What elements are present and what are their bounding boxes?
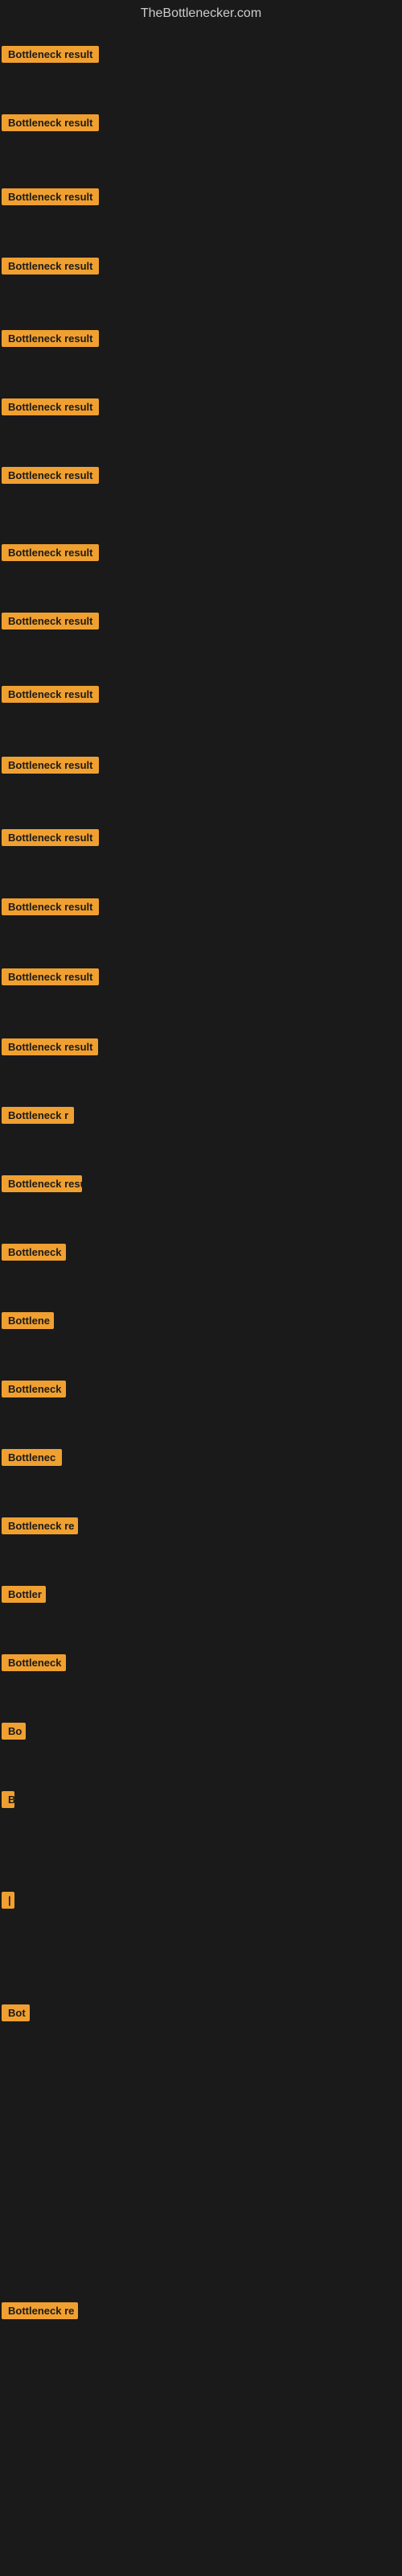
bottleneck-result-tag[interactable]: Bottleneck result <box>2 544 99 561</box>
bottleneck-result-tag[interactable]: Bo <box>2 1723 26 1740</box>
bottleneck-row: Bottleneck result <box>2 330 99 347</box>
bottleneck-result-tag[interactable]: Bottleneck result <box>2 898 99 915</box>
bottleneck-row: Bottlene <box>2 1312 54 1329</box>
site-title-text: TheBottlenecker.com <box>141 6 261 20</box>
bottleneck-row: Bottleneck result <box>2 1038 98 1055</box>
bottleneck-result-tag[interactable]: Bottleneck result <box>2 398 99 415</box>
bottleneck-result-tag[interactable]: Bot <box>2 2004 30 2021</box>
bottleneck-row: Bot <box>2 2004 30 2021</box>
bottleneck-row: Bottleneck result <box>2 46 99 63</box>
bottleneck-row: Bo <box>2 1723 26 1740</box>
bottleneck-result-tag[interactable]: Bottleneck r <box>2 1107 74 1124</box>
bottleneck-result-tag[interactable]: B <box>2 1791 14 1808</box>
bottleneck-row: Bottleneck result <box>2 757 99 774</box>
bottleneck-result-tag[interactable]: Bottleneck re <box>2 2302 78 2319</box>
bottleneck-row: Bottleneck r <box>2 1107 74 1124</box>
bottleneck-row: | <box>2 1892 14 1909</box>
bottleneck-result-tag[interactable]: Bottleneck re <box>2 1517 78 1534</box>
bottleneck-row: Bottleneck result <box>2 467 99 484</box>
bottleneck-row: Bottleneck <box>2 1244 66 1261</box>
bottleneck-row: Bottler <box>2 1586 46 1603</box>
bottleneck-row: B <box>2 1791 14 1808</box>
bottleneck-row: Bottleneck re <box>2 1517 78 1534</box>
bottleneck-row: Bottleneck resu <box>2 1175 82 1192</box>
bottleneck-result-tag[interactable]: Bottlenec <box>2 1449 62 1466</box>
bottleneck-result-tag[interactable]: Bottleneck result <box>2 968 99 985</box>
bottleneck-row: Bottleneck re <box>2 2302 78 2319</box>
bottleneck-result-tag[interactable]: Bottler <box>2 1586 46 1603</box>
bottleneck-result-tag[interactable]: | <box>2 1892 14 1909</box>
bottleneck-result-tag[interactable]: Bottleneck <box>2 1654 66 1671</box>
bottleneck-result-tag[interactable]: Bottleneck result <box>2 829 99 846</box>
bottleneck-result-tag[interactable]: Bottleneck result <box>2 46 99 63</box>
bottleneck-result-tag[interactable]: Bottleneck result <box>2 467 99 484</box>
bottleneck-row: Bottleneck result <box>2 398 99 415</box>
bottleneck-result-tag[interactable]: Bottleneck result <box>2 686 99 703</box>
site-title: TheBottlenecker.com <box>0 0 402 24</box>
bottleneck-row: Bottleneck result <box>2 188 99 205</box>
bottleneck-row: Bottleneck result <box>2 613 99 630</box>
bottleneck-result-tag[interactable]: Bottleneck result <box>2 188 99 205</box>
bottleneck-result-tag[interactable]: Bottleneck result <box>2 1038 98 1055</box>
bottleneck-result-tag[interactable]: Bottleneck result <box>2 330 99 347</box>
bottleneck-row: Bottleneck <box>2 1654 66 1671</box>
bottleneck-row: Bottleneck <box>2 1381 66 1397</box>
bottleneck-row: Bottleneck result <box>2 829 99 846</box>
bottleneck-result-tag[interactable]: Bottleneck resu <box>2 1175 82 1192</box>
bottleneck-result-tag[interactable]: Bottleneck <box>2 1381 66 1397</box>
bottleneck-row: Bottleneck result <box>2 544 99 561</box>
bottleneck-result-tag[interactable]: Bottleneck result <box>2 114 99 131</box>
bottleneck-row: Bottleneck result <box>2 114 99 131</box>
bottleneck-result-tag[interactable]: Bottleneck result <box>2 613 99 630</box>
bottleneck-row: Bottleneck result <box>2 258 99 275</box>
bottleneck-result-tag[interactable]: Bottleneck result <box>2 757 99 774</box>
bottleneck-row: Bottleneck result <box>2 686 99 703</box>
bottleneck-row: Bottleneck result <box>2 898 99 915</box>
bottleneck-result-tag[interactable]: Bottleneck <box>2 1244 66 1261</box>
bottleneck-row: Bottleneck result <box>2 968 99 985</box>
bottleneck-row: Bottlenec <box>2 1449 62 1466</box>
bottleneck-result-tag[interactable]: Bottlene <box>2 1312 54 1329</box>
bottleneck-result-tag[interactable]: Bottleneck result <box>2 258 99 275</box>
